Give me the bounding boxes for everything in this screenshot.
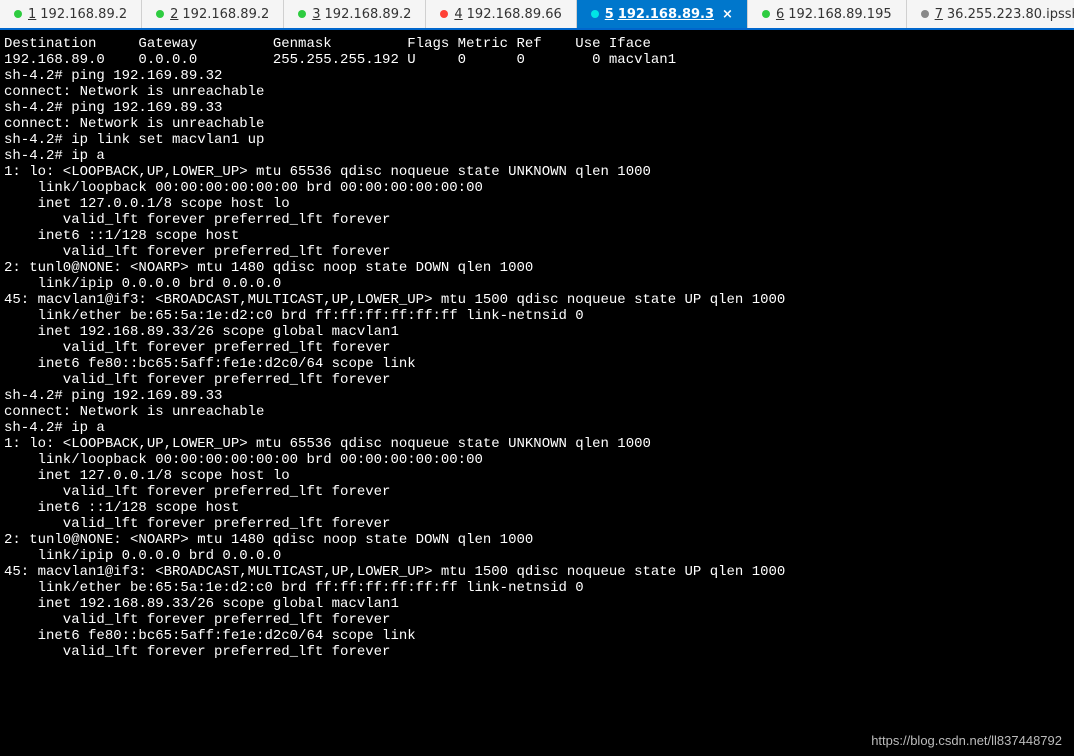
tab-number: 3 [312,7,320,22]
tab-number: 7 [935,7,943,22]
terminal-line: inet 192.168.89.33/26 scope global macvl… [4,324,1070,340]
terminal-line: link/ether be:65:5a:1e:d2:c0 brd ff:ff:f… [4,308,1070,324]
terminal-line: valid_lft forever preferred_lft forever [4,244,1070,260]
terminal-line: link/ipip 0.0.0.0 brd 0.0.0.0 [4,548,1070,564]
terminal-output[interactable]: Destination Gateway Genmask Flags Metric… [0,30,1074,666]
tab-5[interactable]: 5 192.168.89.3 × [577,0,748,28]
tab-4[interactable]: 4 192.168.89.66 [426,0,576,28]
terminal-line: inet6 fe80::bc65:5aff:fe1e:d2c0/64 scope… [4,356,1070,372]
tab-6[interactable]: 6 192.168.89.195 [748,0,907,28]
terminal-line: Destination Gateway Genmask Flags Metric… [4,36,1070,52]
terminal-line: sh-4.2# ip a [4,420,1070,436]
status-dot-icon [14,10,22,18]
terminal-line: link/ipip 0.0.0.0 brd 0.0.0.0 [4,276,1070,292]
terminal-line: sh-4.2# ping 192.169.89.33 [4,388,1070,404]
tab-label: 192.168.89.66 [467,7,562,22]
status-dot-icon [591,10,599,18]
status-dot-icon [921,10,929,18]
terminal-line: sh-4.2# ip a [4,148,1070,164]
terminal-line: valid_lft forever preferred_lft forever [4,212,1070,228]
terminal-line: 1: lo: <LOOPBACK,UP,LOWER_UP> mtu 65536 … [4,164,1070,180]
terminal-line: link/ether be:65:5a:1e:d2:c0 brd ff:ff:f… [4,580,1070,596]
tab-number: 6 [776,7,784,22]
terminal-line: link/loopback 00:00:00:00:00:00 brd 00:0… [4,452,1070,468]
tab-number: 4 [454,7,462,22]
terminal-line: sh-4.2# ping 192.169.89.33 [4,100,1070,116]
terminal-line: 45: macvlan1@if3: <BROADCAST,MULTICAST,U… [4,564,1070,580]
status-dot-icon [298,10,306,18]
terminal-line: connect: Network is unreachable [4,84,1070,100]
terminal-line: sh-4.2# ping 192.169.89.32 [4,68,1070,84]
terminal-line: connect: Network is unreachable [4,116,1070,132]
tab-label: 192.168.89.2 [40,7,127,22]
terminal-line: sh-4.2# ip link set macvlan1 up [4,132,1070,148]
status-dot-icon [440,10,448,18]
close-icon[interactable]: × [722,7,733,22]
tab-7[interactable]: 7 36.255.223.80.ipssh [907,0,1074,28]
tab-label: 192.168.89.3 [618,7,714,22]
tab-number: 5 [605,7,614,22]
tab-label: 36.255.223.80.ipssh [947,7,1074,22]
tab-label: 192.168.89.2 [325,7,412,22]
terminal-line: valid_lft forever preferred_lft forever [4,516,1070,532]
tab-number: 1 [28,7,36,22]
terminal-line: inet 127.0.0.1/8 scope host lo [4,468,1070,484]
tab-2[interactable]: 2 192.168.89.2 [142,0,284,28]
tab-3[interactable]: 3 192.168.89.2 [284,0,426,28]
watermark-text: https://blog.csdn.net/ll837448792 [871,733,1062,748]
terminal-line: inet 127.0.0.1/8 scope host lo [4,196,1070,212]
terminal-line: inet6 fe80::bc65:5aff:fe1e:d2c0/64 scope… [4,628,1070,644]
tab-label: 192.168.89.2 [182,7,269,22]
terminal-line: valid_lft forever preferred_lft forever [4,372,1070,388]
status-dot-icon [156,10,164,18]
terminal-line: inet 192.168.89.33/26 scope global macvl… [4,596,1070,612]
terminal-line: 2: tunl0@NONE: <NOARP> mtu 1480 qdisc no… [4,260,1070,276]
terminal-line: 45: macvlan1@if3: <BROADCAST,MULTICAST,U… [4,292,1070,308]
tab-1[interactable]: 1 192.168.89.2 [0,0,142,28]
tab-number: 2 [170,7,178,22]
terminal-line: link/loopback 00:00:00:00:00:00 brd 00:0… [4,180,1070,196]
terminal-line: valid_lft forever preferred_lft forever [4,484,1070,500]
terminal-line: 2: tunl0@NONE: <NOARP> mtu 1480 qdisc no… [4,532,1070,548]
status-dot-icon [762,10,770,18]
terminal-line: valid_lft forever preferred_lft forever [4,340,1070,356]
terminal-line: inet6 ::1/128 scope host [4,500,1070,516]
terminal-line: 192.168.89.0 0.0.0.0 255.255.255.192 U 0… [4,52,1070,68]
terminal-line: valid_lft forever preferred_lft forever [4,644,1070,660]
terminal-line: inet6 ::1/128 scope host [4,228,1070,244]
terminal-line: valid_lft forever preferred_lft forever [4,612,1070,628]
terminal-line: 1: lo: <LOOPBACK,UP,LOWER_UP> mtu 65536 … [4,436,1070,452]
terminal-line: connect: Network is unreachable [4,404,1070,420]
tab-bar: 1 192.168.89.2 2 192.168.89.2 3 192.168.89.2 4… [0,0,1074,30]
tab-label: 192.168.89.195 [788,7,891,22]
